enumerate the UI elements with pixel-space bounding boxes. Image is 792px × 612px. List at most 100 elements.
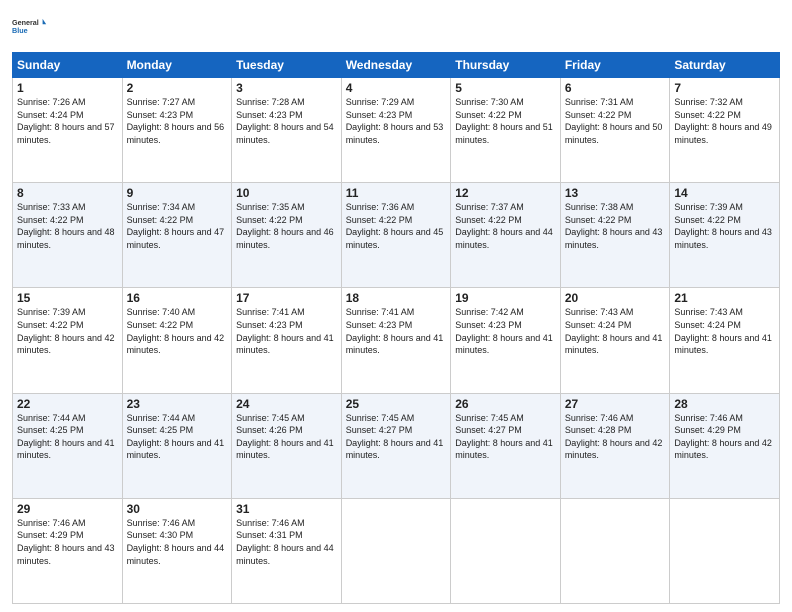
day-info: Sunrise: 7:41 AMSunset: 4:23 PMDaylight:… [346, 307, 444, 355]
day-info: Sunrise: 7:36 AMSunset: 4:22 PMDaylight:… [346, 202, 444, 250]
calendar-cell: 11 Sunrise: 7:36 AMSunset: 4:22 PMDayligh… [341, 183, 451, 288]
svg-text:Blue: Blue [12, 26, 28, 35]
calendar-cell: 29 Sunrise: 7:46 AMSunset: 4:29 PMDayligh… [13, 498, 123, 603]
calendar-cell: 31 Sunrise: 7:46 AMSunset: 4:31 PMDayligh… [232, 498, 342, 603]
day-number: 13 [565, 186, 666, 200]
calendar-cell: 26 Sunrise: 7:45 AMSunset: 4:27 PMDayligh… [451, 393, 561, 498]
day-number: 30 [127, 502, 228, 516]
day-info: Sunrise: 7:45 AMSunset: 4:26 PMDaylight:… [236, 413, 334, 461]
day-info: Sunrise: 7:26 AMSunset: 4:24 PMDaylight:… [17, 97, 115, 145]
day-info: Sunrise: 7:46 AMSunset: 4:28 PMDaylight:… [565, 413, 663, 461]
day-number: 16 [127, 291, 228, 305]
calendar-week-2: 8Sunrise: 7:33 AMSunset: 4:22 PMDaylight… [13, 183, 780, 288]
day-number: 10 [236, 186, 337, 200]
calendar-cell: 2Sunrise: 7:27 AMSunset: 4:23 PMDaylight… [122, 78, 232, 183]
day-info: Sunrise: 7:43 AMSunset: 4:24 PMDaylight:… [674, 307, 772, 355]
day-number: 14 [674, 186, 775, 200]
weekday-header-row: SundayMondayTuesdayWednesdayThursdayFrid… [13, 53, 780, 78]
day-number: 15 [17, 291, 118, 305]
day-number: 17 [236, 291, 337, 305]
weekday-header-tuesday: Tuesday [232, 53, 342, 78]
weekday-header-monday: Monday [122, 53, 232, 78]
page-header: General Blue [12, 10, 780, 44]
day-info: Sunrise: 7:43 AMSunset: 4:24 PMDaylight:… [565, 307, 663, 355]
calendar-cell: 12 Sunrise: 7:37 AMSunset: 4:22 PMDayligh… [451, 183, 561, 288]
day-number: 1 [17, 81, 118, 95]
day-info: Sunrise: 7:40 AMSunset: 4:22 PMDaylight:… [127, 307, 225, 355]
day-info: Sunrise: 7:45 AMSunset: 4:27 PMDaylight:… [455, 413, 553, 461]
day-number: 3 [236, 81, 337, 95]
day-info: Sunrise: 7:28 AMSunset: 4:23 PMDaylight:… [236, 97, 334, 145]
calendar-cell: 30 Sunrise: 7:46 AMSunset: 4:30 PMDayligh… [122, 498, 232, 603]
calendar-week-5: 29 Sunrise: 7:46 AMSunset: 4:29 PMDayligh… [13, 498, 780, 603]
calendar-cell: 7 Sunrise: 7:32 AMSunset: 4:22 PMDaylight… [670, 78, 780, 183]
weekday-header-wednesday: Wednesday [341, 53, 451, 78]
calendar-cell: 1 Sunrise: 7:26 AMSunset: 4:24 PMDaylight… [13, 78, 123, 183]
day-info: Sunrise: 7:38 AMSunset: 4:22 PMDaylight:… [565, 202, 663, 250]
day-number: 23 [127, 397, 228, 411]
day-number: 6 [565, 81, 666, 95]
calendar-cell [560, 498, 670, 603]
calendar-cell [670, 498, 780, 603]
day-info: Sunrise: 7:29 AMSunset: 4:23 PMDaylight:… [346, 97, 444, 145]
day-info: Sunrise: 7:44 AMSunset: 4:25 PMDaylight:… [127, 413, 225, 461]
day-info: Sunrise: 7:27 AMSunset: 4:23 PMDaylight:… [127, 97, 225, 145]
calendar-cell: 6Sunrise: 7:31 AMSunset: 4:22 PMDaylight… [560, 78, 670, 183]
day-info: Sunrise: 7:44 AMSunset: 4:25 PMDaylight:… [17, 413, 115, 461]
day-info: Sunrise: 7:39 AMSunset: 4:22 PMDaylight:… [674, 202, 772, 250]
calendar-cell: 27Sunrise: 7:46 AMSunset: 4:28 PMDayligh… [560, 393, 670, 498]
day-info: Sunrise: 7:32 AMSunset: 4:22 PMDaylight:… [674, 97, 772, 145]
logo-svg: General Blue [12, 10, 48, 44]
day-info: Sunrise: 7:46 AMSunset: 4:30 PMDaylight:… [127, 518, 225, 566]
day-number: 11 [346, 186, 447, 200]
day-info: Sunrise: 7:46 AMSunset: 4:29 PMDaylight:… [17, 518, 115, 566]
calendar-cell: 16 Sunrise: 7:40 AMSunset: 4:22 PMDayligh… [122, 288, 232, 393]
day-number: 29 [17, 502, 118, 516]
logo: General Blue [12, 10, 48, 44]
calendar-cell: 4Sunrise: 7:29 AMSunset: 4:23 PMDaylight… [341, 78, 451, 183]
page-container: General Blue SundayMondayTuesdayWednesda… [0, 0, 792, 612]
calendar-cell: 3 Sunrise: 7:28 AMSunset: 4:23 PMDaylight… [232, 78, 342, 183]
calendar-cell: 19Sunrise: 7:42 AMSunset: 4:23 PMDayligh… [451, 288, 561, 393]
calendar-cell: 28 Sunrise: 7:46 AMSunset: 4:29 PMDayligh… [670, 393, 780, 498]
calendar-table: SundayMondayTuesdayWednesdayThursdayFrid… [12, 52, 780, 604]
calendar-cell: 21 Sunrise: 7:43 AMSunset: 4:24 PMDayligh… [670, 288, 780, 393]
day-number: 28 [674, 397, 775, 411]
calendar-week-4: 22 Sunrise: 7:44 AMSunset: 4:25 PMDayligh… [13, 393, 780, 498]
day-info: Sunrise: 7:41 AMSunset: 4:23 PMDaylight:… [236, 307, 334, 355]
calendar-cell: 23 Sunrise: 7:44 AMSunset: 4:25 PMDayligh… [122, 393, 232, 498]
day-number: 5 [455, 81, 556, 95]
calendar-cell: 17 Sunrise: 7:41 AMSunset: 4:23 PMDayligh… [232, 288, 342, 393]
day-number: 24 [236, 397, 337, 411]
day-number: 26 [455, 397, 556, 411]
calendar-cell: 22 Sunrise: 7:44 AMSunset: 4:25 PMDayligh… [13, 393, 123, 498]
day-number: 20 [565, 291, 666, 305]
day-info: Sunrise: 7:46 AMSunset: 4:29 PMDaylight:… [674, 413, 772, 461]
calendar-cell: 24 Sunrise: 7:45 AMSunset: 4:26 PMDayligh… [232, 393, 342, 498]
weekday-header-friday: Friday [560, 53, 670, 78]
calendar-cell: 13 Sunrise: 7:38 AMSunset: 4:22 PMDayligh… [560, 183, 670, 288]
calendar-cell [341, 498, 451, 603]
day-number: 9 [127, 186, 228, 200]
day-info: Sunrise: 7:39 AMSunset: 4:22 PMDaylight:… [17, 307, 115, 355]
calendar-cell: 18 Sunrise: 7:41 AMSunset: 4:23 PMDayligh… [341, 288, 451, 393]
day-number: 18 [346, 291, 447, 305]
weekday-header-sunday: Sunday [13, 53, 123, 78]
day-info: Sunrise: 7:45 AMSunset: 4:27 PMDaylight:… [346, 413, 444, 461]
calendar-cell: 25Sunrise: 7:45 AMSunset: 4:27 PMDayligh… [341, 393, 451, 498]
calendar-cell: 10Sunrise: 7:35 AMSunset: 4:22 PMDayligh… [232, 183, 342, 288]
day-info: Sunrise: 7:30 AMSunset: 4:22 PMDaylight:… [455, 97, 553, 145]
calendar-cell: 9Sunrise: 7:34 AMSunset: 4:22 PMDaylight… [122, 183, 232, 288]
calendar-cell: 5 Sunrise: 7:30 AMSunset: 4:22 PMDaylight… [451, 78, 561, 183]
day-number: 31 [236, 502, 337, 516]
day-info: Sunrise: 7:46 AMSunset: 4:31 PMDaylight:… [236, 518, 334, 566]
calendar-cell: 15 Sunrise: 7:39 AMSunset: 4:22 PMDayligh… [13, 288, 123, 393]
day-number: 22 [17, 397, 118, 411]
calendar-cell: 14 Sunrise: 7:39 AMSunset: 4:22 PMDayligh… [670, 183, 780, 288]
weekday-header-thursday: Thursday [451, 53, 561, 78]
calendar-week-3: 15 Sunrise: 7:39 AMSunset: 4:22 PMDayligh… [13, 288, 780, 393]
day-number: 12 [455, 186, 556, 200]
day-info: Sunrise: 7:37 AMSunset: 4:22 PMDaylight:… [455, 202, 553, 250]
day-number: 21 [674, 291, 775, 305]
day-number: 7 [674, 81, 775, 95]
